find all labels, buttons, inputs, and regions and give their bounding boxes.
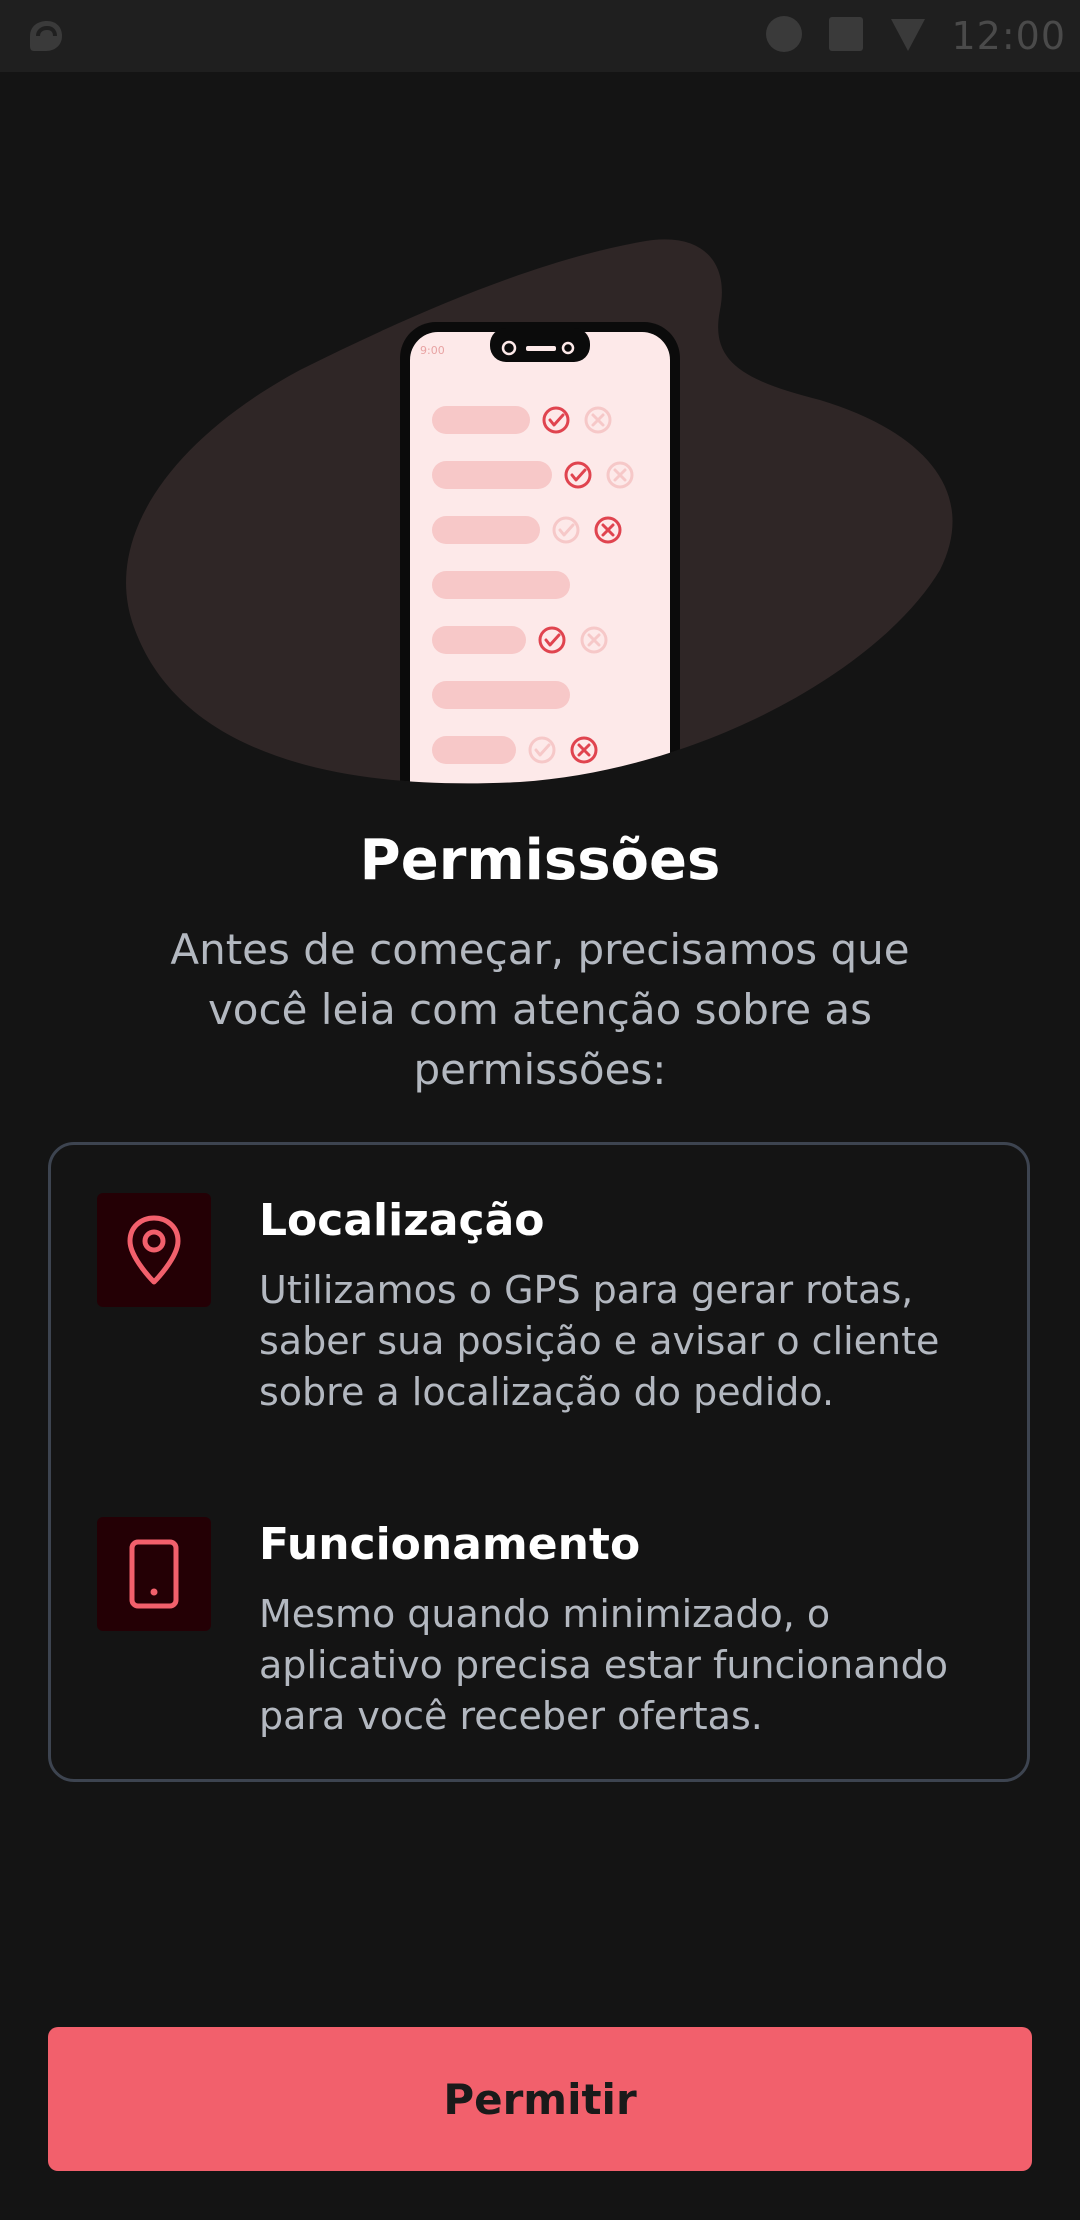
page-subtitle: Antes de começar, precisamos que você le… [170, 925, 910, 1094]
illustration-row-bar [432, 516, 540, 544]
page-title: Permissões [359, 828, 721, 893]
app-notification-icon [26, 18, 66, 60]
illustration-phone-time: 9:00 [420, 344, 445, 357]
illustration-row-bar [432, 461, 552, 489]
permissions-illustration: 9:00 [0, 230, 1080, 790]
status-time: 12:00 [951, 14, 1066, 58]
smartphone-icon [97, 1517, 211, 1631]
signal-icon [889, 15, 927, 57]
illustration-row-bar [432, 571, 570, 599]
illustration-phone-screen [410, 332, 670, 784]
illustration-row-bar [432, 406, 530, 434]
permissions-card: Localização Utilizamos o GPS para gerar … [48, 1142, 1030, 1782]
allow-button[interactable]: Permitir [48, 2027, 1032, 2171]
circle-status-icon [765, 15, 803, 57]
location-pin-icon [97, 1193, 211, 1307]
permission-item-location: Localização Utilizamos o GPS para gerar … [97, 1149, 997, 1414]
permission-description: Mesmo quando minimizado, o aplicativo pr… [259, 1592, 949, 1738]
square-status-icon [827, 15, 865, 57]
permission-item-background: Funcionamento Mesmo quando minimizado, o… [97, 1473, 997, 1738]
illustration-row-bar [432, 626, 526, 654]
status-bar: 12:00 [0, 0, 1080, 72]
illustration-row-bar [432, 681, 570, 709]
permission-description: Utilizamos o GPS para gerar rotas, saber… [259, 1268, 940, 1414]
illustration-row-bar [432, 736, 516, 764]
permission-title: Funcionamento [259, 1519, 641, 1570]
permission-title: Localização [259, 1195, 545, 1246]
